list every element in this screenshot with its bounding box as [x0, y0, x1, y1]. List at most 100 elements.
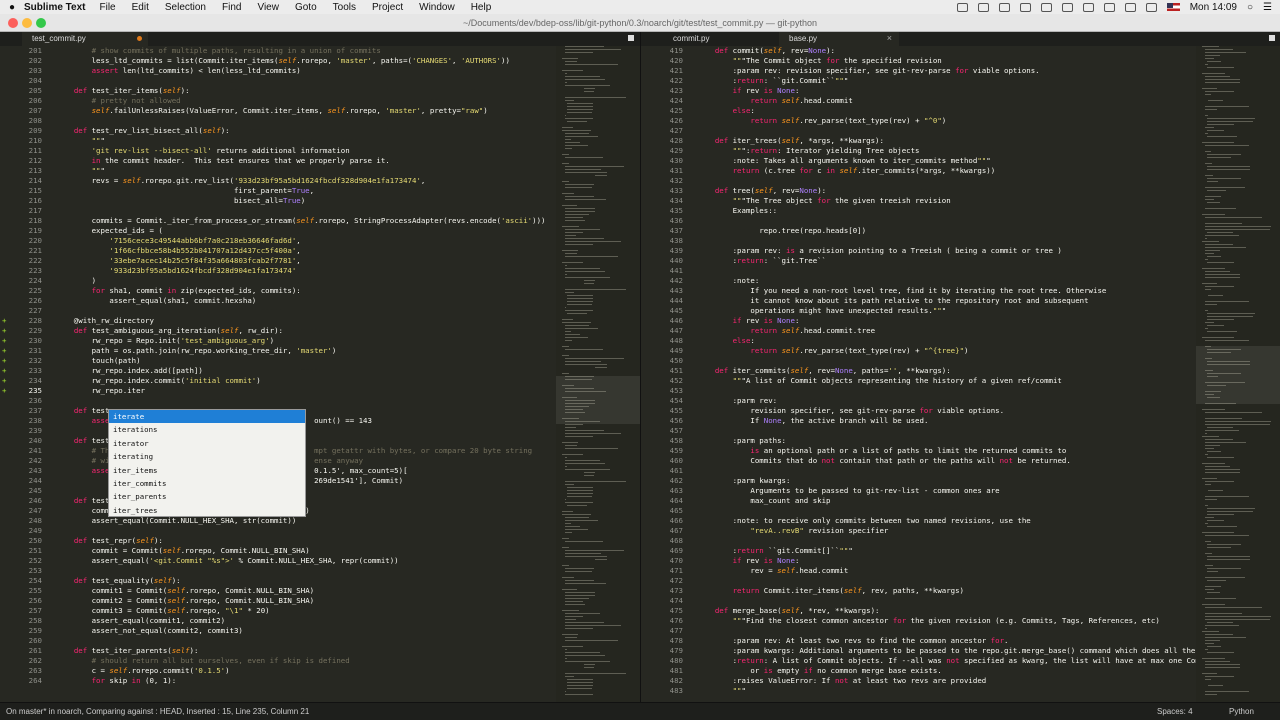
heart-icon[interactable]: [998, 2, 1010, 12]
code-line[interactable]: 440 :return: ``git.Tree``: [641, 256, 1280, 266]
code-line[interactable]: 239: [0, 426, 640, 436]
code-line[interactable]: 438: [641, 236, 1280, 246]
autocomplete-item[interactable]: iter_commits: [109, 477, 305, 490]
code-line[interactable]: 221 '1f66cfbbce58b4b552b041707a12d437cc5…: [0, 246, 640, 256]
app-menu[interactable]: Sublime Text: [24, 2, 86, 13]
code-line[interactable]: 468: [641, 536, 1280, 546]
code-line[interactable]: 462 :parm kwargs:: [641, 476, 1280, 486]
code-line[interactable]: 463 Arguments to be passed to git-rev-li…: [641, 486, 1280, 496]
code-line[interactable]: 214 revs = self.rorepo.git.rev_list('933…: [0, 176, 640, 186]
code-line[interactable]: 471 rev = self.head.commit: [641, 566, 1280, 576]
code-line[interactable]: 444 it cannot know about its path relati…: [641, 296, 1280, 306]
code-line[interactable]: 201 # show commits of multiple paths, re…: [0, 46, 640, 56]
menu-file[interactable]: File: [100, 2, 116, 13]
code-line[interactable]: 225 for sha1, commit in zip(expected_ids…: [0, 286, 640, 296]
code-line[interactable]: 477: [641, 626, 1280, 636]
code-line[interactable]: 464 max_count and skip: [641, 496, 1280, 506]
code-line[interactable]: 451 def iter_commits(self, rev=None, pat…: [641, 366, 1280, 376]
menu-selection[interactable]: Selection: [165, 2, 206, 13]
code-line[interactable]: 458 :parm paths:: [641, 436, 1280, 446]
code-line[interactable]: 461: [641, 466, 1280, 476]
code-line[interactable]: 454 :parm rev:: [641, 396, 1280, 406]
code-line[interactable]: 227: [0, 306, 640, 316]
code-line[interactable]: 449 return self.rev_parse(text_type(rev)…: [641, 346, 1280, 356]
spotlight-icon[interactable]: ○: [1247, 2, 1253, 13]
code-line[interactable]: 429 """:return: Iterator yielding Tree o…: [641, 146, 1280, 156]
code-line[interactable]: 254 def test_equality(self):: [0, 576, 640, 586]
code-line[interactable]: 205 def test_iter_items(self):: [0, 86, 640, 96]
code-line[interactable]: 219 expected_ids = (: [0, 226, 640, 236]
code-line[interactable]: 244 269de1541'], Commit): [0, 476, 640, 486]
code-line[interactable]: 441: [641, 266, 1280, 276]
code-line[interactable]: 467 "revA..revB" revision specifier: [641, 526, 1280, 536]
right-minimap[interactable]: [1196, 46, 1280, 702]
code-line[interactable]: 230 rw_repo = Repo.init('test_ambiguous_…: [0, 336, 640, 346]
autocomplete-item[interactable]: iterator: [109, 437, 305, 450]
code-line[interactable]: 445 operations might have unexpected res…: [641, 306, 1280, 316]
code-line[interactable]: 213 """: [0, 166, 640, 176]
code-line[interactable]: 240 def test_li: [0, 436, 640, 446]
code-line[interactable]: 421 :param rev: revision specifier, see …: [641, 66, 1280, 76]
code-line[interactable]: 223 '933d23bf95a5bd1624fbcdf328d904e1fa1…: [0, 266, 640, 276]
code-line[interactable]: 483 """: [641, 686, 1280, 696]
autocomplete-popup[interactable]: iterate iterations iterator iterating it…: [108, 409, 306, 517]
code-line[interactable]: 251 commit = Commit(self.rorepo, Commit.…: [0, 546, 640, 556]
code-line[interactable]: 420 """The Commit object for the specifi…: [641, 56, 1280, 66]
code-line[interactable]: 222 '33ebe7acec14b25c5f84f35a664803fcab2…: [0, 256, 640, 266]
menu-edit[interactable]: Edit: [132, 2, 149, 13]
code-line[interactable]: 259 assert_not_equal(commit2, commit3): [0, 626, 640, 636]
autocomplete-item[interactable]: iterate: [109, 410, 305, 424]
autocomplete-item[interactable]: iter_parents: [109, 490, 305, 503]
time-machine-icon[interactable]: [1040, 2, 1052, 12]
code-line[interactable]: 423 if rev is None:: [641, 86, 1280, 96]
menu-project[interactable]: Project: [372, 2, 403, 13]
left-minimap[interactable]: [556, 46, 640, 702]
code-line[interactable]: 448 else:: [641, 336, 1280, 346]
menu-goto[interactable]: Goto: [295, 2, 317, 13]
code-line[interactable]: 457: [641, 426, 1280, 436]
pane-layout-icon[interactable]: [628, 35, 634, 41]
code-line[interactable]: 207 self.failUnlessRaises(ValueError, Co…: [0, 106, 640, 116]
volume-icon[interactable]: [1124, 2, 1136, 12]
code-line[interactable]: 257 commit3 = Commit(self.rorepo, "\1" *…: [0, 606, 640, 616]
code-line[interactable]: 434 """The Tree object for the given tre…: [641, 196, 1280, 206]
code-line[interactable]: 210 """: [0, 136, 640, 146]
code-line[interactable]: 439 :param rev: is a revision pointing t…: [641, 246, 1280, 256]
code-line[interactable]: 482 :raises ValueError: If not at least …: [641, 676, 1280, 686]
code-line[interactable]: 218 commits = Commit._iter_from_process_…: [0, 216, 640, 226]
code-line[interactable]: 475 def merge_base(self, *rev, **kwargs)…: [641, 606, 1280, 616]
code-line[interactable]: 480 :return: A list of Commit objects. I…: [641, 656, 1280, 666]
code-line[interactable]: 422 :return: ``git.Commit``""": [641, 76, 1280, 86]
code-line[interactable]: 479 :param kwargs: Additional arguments …: [641, 646, 1280, 656]
menu-find[interactable]: Find: [222, 2, 241, 13]
code-line[interactable]: 476 """Find the closest common ancestor …: [641, 616, 1280, 626]
dropbox-icon[interactable]: [977, 2, 989, 12]
menubar-clock[interactable]: Mon 14:09: [1190, 2, 1237, 13]
code-line[interactable]: 202 less_ltd_commits = list(Commit.iter_…: [0, 56, 640, 66]
bluetooth-icon[interactable]: [1082, 2, 1094, 12]
code-line[interactable]: 243 assert 0.1.5', max_count=5)[: [0, 466, 640, 476]
code-line[interactable]: 470 if rev is None:: [641, 556, 1280, 566]
code-line[interactable]: 425 else:: [641, 106, 1280, 116]
tab-commit[interactable]: commit.py: [663, 32, 763, 46]
code-line[interactable]: 217: [0, 206, 640, 216]
code-line[interactable]: 430 :note: Takes all arguments known to …: [641, 156, 1280, 166]
autocomplete-item[interactable]: iter_items: [109, 464, 305, 477]
code-line[interactable]: 263 c = self.rorepo.commit('0.1.5'): [0, 666, 640, 676]
battery-icon[interactable]: [1145, 2, 1157, 12]
code-line[interactable]: 459 is an optional path or a list of pat…: [641, 446, 1280, 456]
code-line[interactable]: 453: [641, 386, 1280, 396]
code-line[interactable]: 237 def test_co: [0, 406, 640, 416]
code-line[interactable]: 446 if rev is None:: [641, 316, 1280, 326]
code-line[interactable]: 248 assert_equal(Commit.NULL_HEX_SHA, st…: [0, 516, 640, 526]
left-code-area[interactable]: 201 # show commits of multiple paths, re…: [0, 46, 640, 702]
code-line[interactable]: 436: [641, 216, 1280, 226]
code-line[interactable]: 242 # with ense anyway: [0, 456, 640, 466]
code-line[interactable]: 211 'git rev-list --bisect-all' returns …: [0, 146, 640, 156]
right-code-area[interactable]: 419 def commit(self, rev=None): 420 """Th…: [641, 46, 1280, 702]
autocomplete-item[interactable]: iterating: [109, 450, 305, 463]
code-line[interactable]: 236: [0, 396, 640, 406]
code-line[interactable]: 234 rw_repo.index.commit('initial commit…: [0, 376, 640, 386]
code-line[interactable]: 419 def commit(self, rev=None):: [641, 46, 1280, 56]
code-line[interactable]: 258 assert_equal(commit1, commit2): [0, 616, 640, 626]
